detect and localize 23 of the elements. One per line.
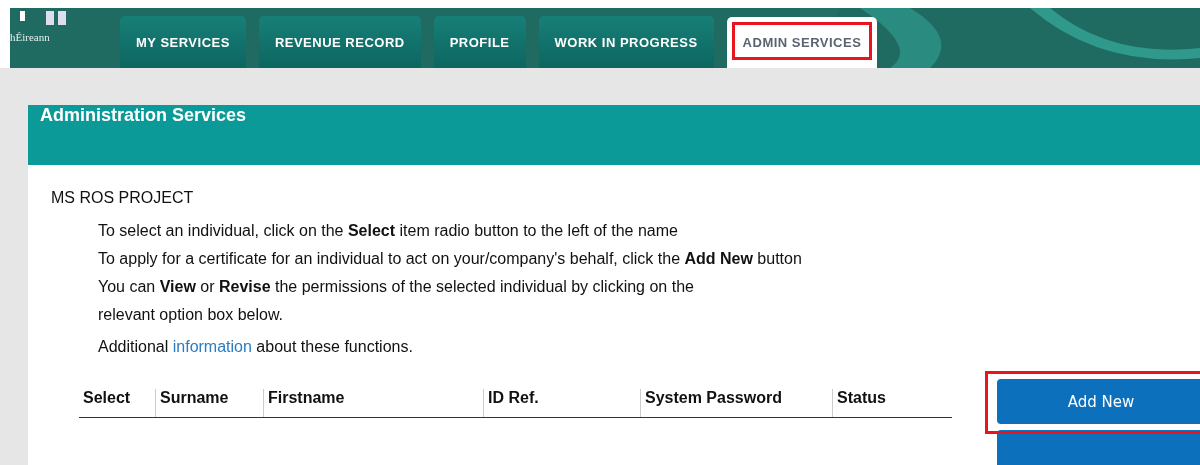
- information-link[interactable]: information: [172, 338, 252, 355]
- column-header: ID Ref.: [483, 389, 640, 417]
- nav-tab[interactable]: WORK IN PROGRESS: [538, 16, 714, 68]
- column-header: System Password: [640, 389, 832, 417]
- organisation-name: MS ROS PROJECT: [51, 189, 195, 207]
- instruction-text: You can View or Revise the permissions of the selected individual by clicking on the relevant option box below.: [98, 277, 695, 325]
- building-logo-icon: [20, 11, 68, 27]
- info-text: Additional: [98, 338, 169, 355]
- add-new-button[interactable]: Add New: [997, 379, 1200, 424]
- nav-tab[interactable]: PROFILE: [433, 16, 526, 68]
- nav-tab[interactable]: MY SERVICES: [120, 16, 246, 68]
- info-text: about these functions.: [256, 338, 413, 355]
- column-header: Firstname: [263, 389, 483, 417]
- instruction-text: To select an individual, click on the Select item radio button to the left of the name: [98, 221, 679, 241]
- panel-title: Administration Services: [28, 105, 1200, 165]
- column-header: Status: [832, 389, 952, 417]
- nav-tab[interactable]: ADMIN SERVICES: [726, 17, 878, 68]
- instruction-text: To apply for a certificate for an individual to act on your/company's behalf, click the Add New button: [98, 249, 803, 269]
- logo-text: hÉireann: [10, 31, 51, 43]
- button[interactable]: [997, 430, 1200, 465]
- column-header: Surname: [155, 389, 263, 417]
- column-header: Select: [82, 389, 132, 408]
- nav-tab[interactable]: REVENUE RECORD: [258, 16, 421, 68]
